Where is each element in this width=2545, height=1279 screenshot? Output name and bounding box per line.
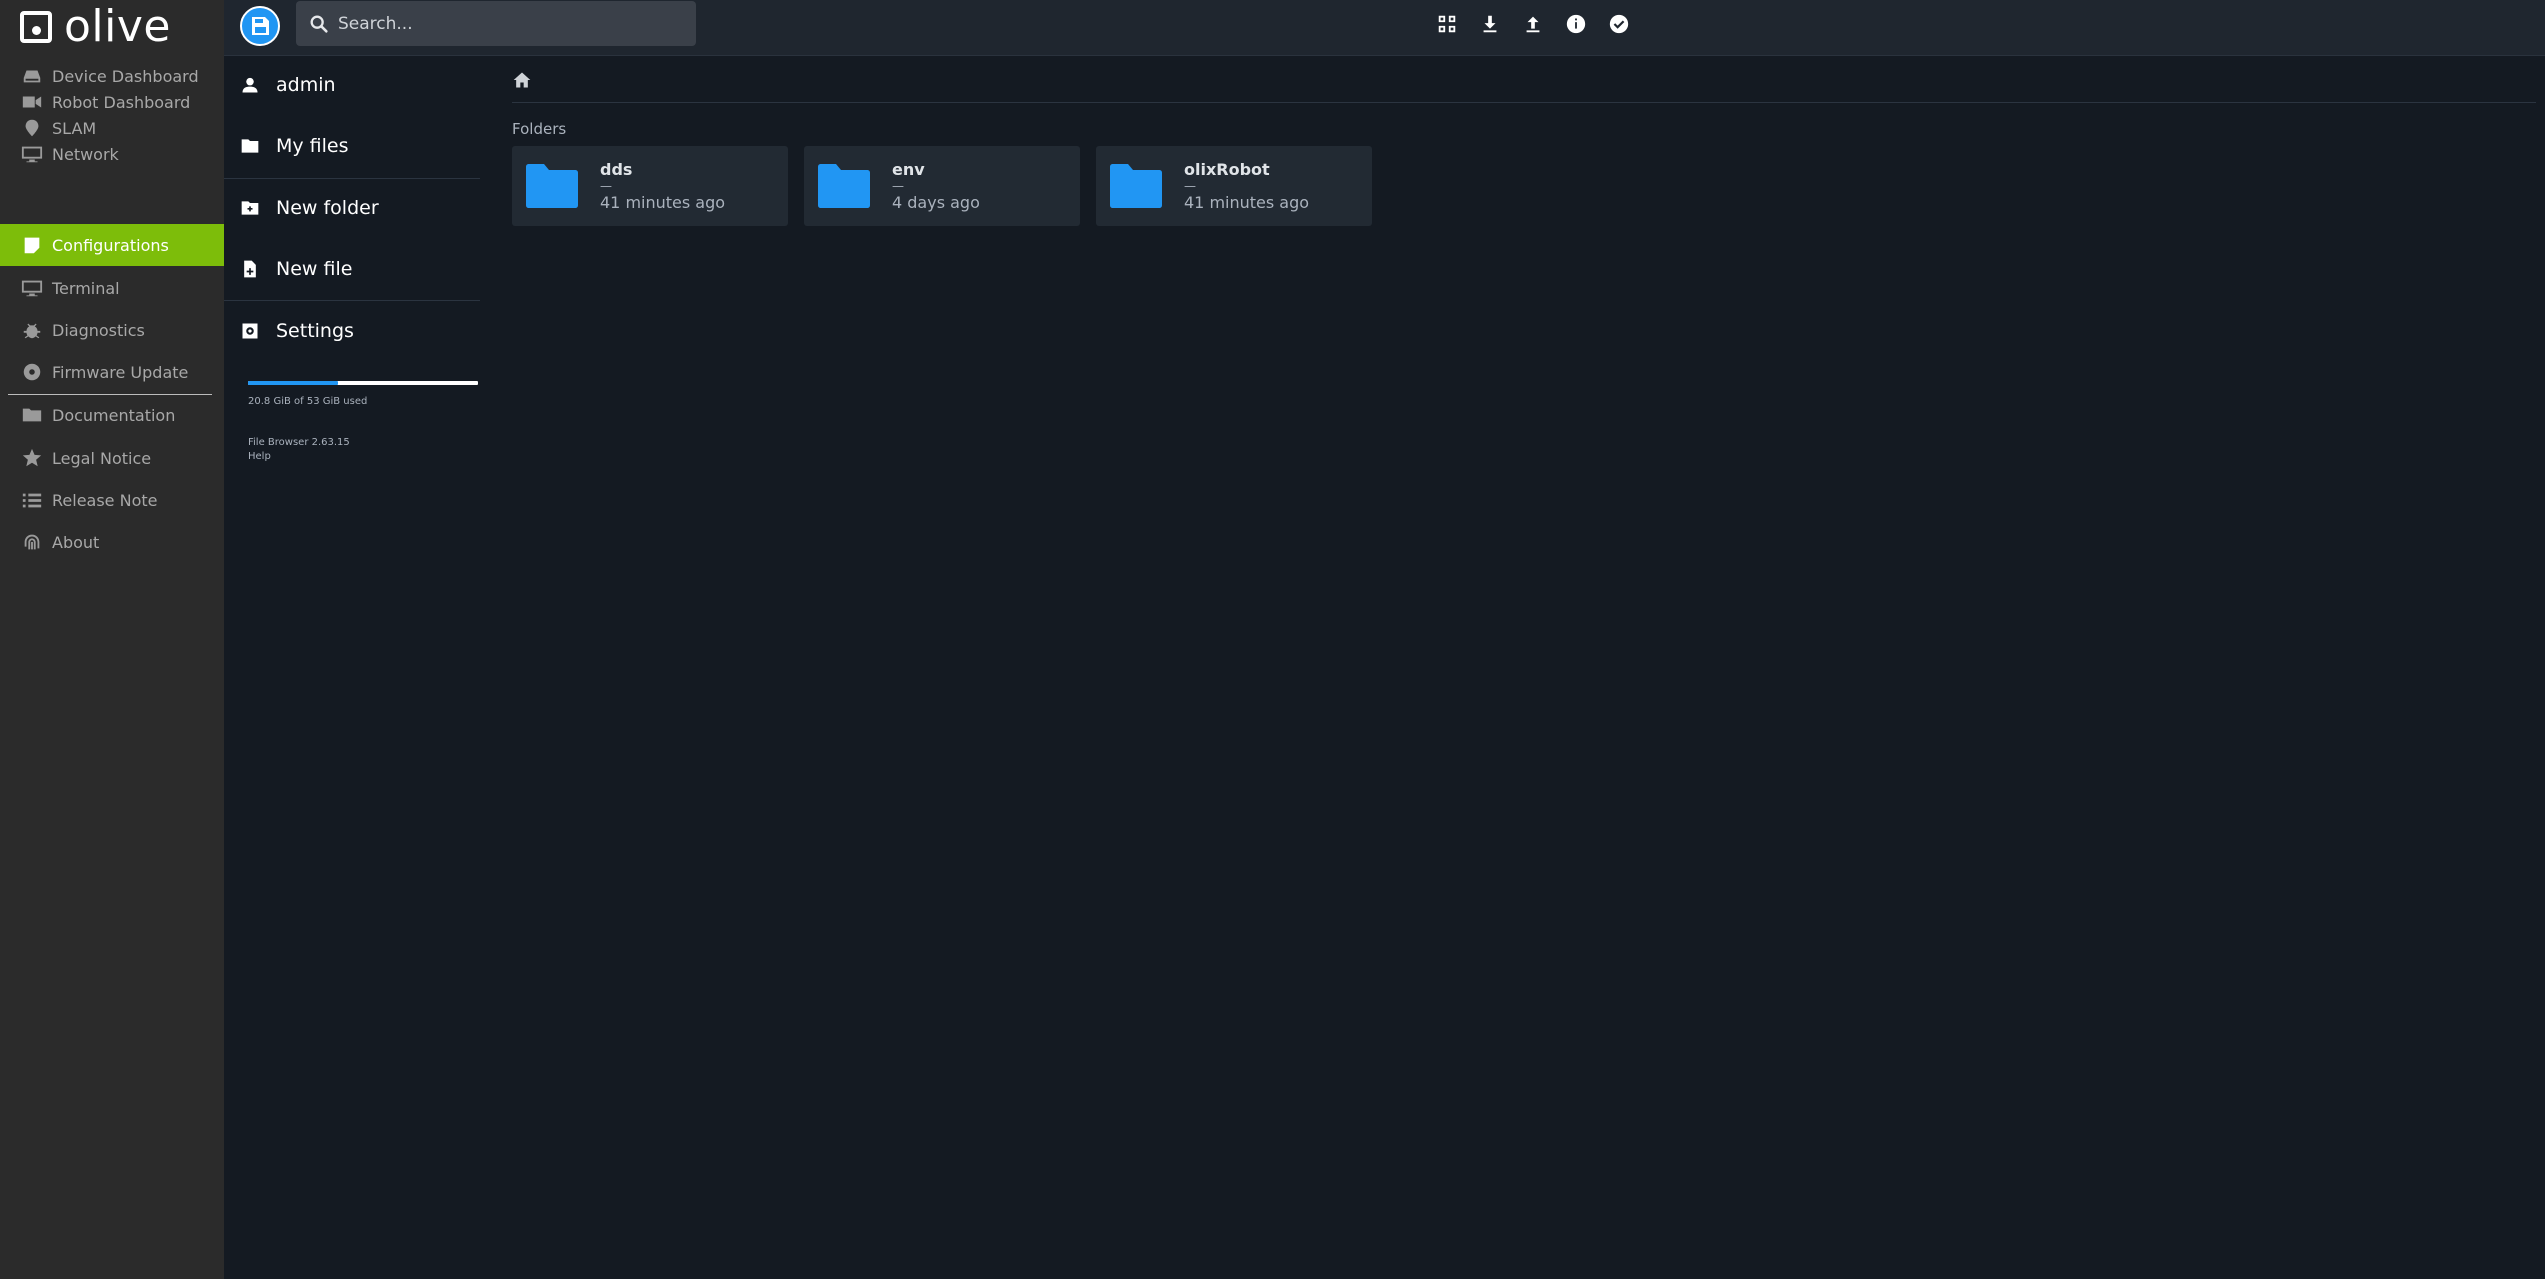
folder-name: olixRobot <box>1184 160 1270 179</box>
nav-item-label: Firmware Update <box>52 362 189 382</box>
new-file-label: New file <box>276 258 353 280</box>
folder-item-env[interactable]: env — 4 days ago <box>804 146 1080 226</box>
nav-item-release-note[interactable]: Release Note <box>0 479 224 521</box>
folder-size: — <box>892 179 904 193</box>
top-bar <box>224 0 2545 56</box>
grid-view-button[interactable] <box>1435 12 1459 36</box>
folder-info: env — 4 days ago <box>892 160 980 212</box>
upload-button[interactable] <box>1521 12 1545 36</box>
breadcrumb-divider <box>512 102 2536 103</box>
nav-item-label: Configurations <box>52 235 169 255</box>
select-all-icon <box>1609 14 1629 34</box>
breadcrumb <box>512 66 532 94</box>
bug-icon <box>20 320 44 340</box>
monitor-icon <box>20 144 44 164</box>
info-icon <box>1566 14 1586 34</box>
list-icon <box>20 490 44 510</box>
folder-name: env <box>892 160 925 179</box>
nav-item-firmware-update[interactable]: Firmware Update <box>0 351 224 393</box>
sticky-note-icon <box>20 235 44 255</box>
search-box[interactable] <box>296 1 696 46</box>
nav-item-label: About <box>52 532 100 552</box>
folder-modified: 41 minutes ago <box>600 193 726 212</box>
folder-item-dds[interactable]: dds — 41 minutes ago <box>512 146 788 226</box>
new-folder-button[interactable]: New folder <box>240 188 464 228</box>
search-icon <box>310 15 328 33</box>
settings-button[interactable]: Settings <box>240 311 464 351</box>
nav-item-label: Diagnostics <box>52 320 145 340</box>
disc-icon <box>20 362 44 382</box>
fingerprint-icon <box>20 532 44 552</box>
nav-item-configurations[interactable]: Configurations <box>0 224 224 266</box>
user-button[interactable]: admin <box>240 65 464 105</box>
version-text: File Browser 2.63.15 <box>248 437 350 448</box>
upload-icon <box>1526 16 1540 33</box>
credits: File Browser 2.63.15 Help <box>248 436 350 464</box>
nav-item-terminal[interactable]: Terminal <box>0 267 224 309</box>
folder-icon <box>20 405 44 425</box>
settings-label: Settings <box>276 320 354 342</box>
nav-item-about[interactable]: About <box>0 521 224 563</box>
sidebar-divider <box>224 178 480 179</box>
folder-modified: 4 days ago <box>892 193 980 212</box>
folder-icon <box>240 136 260 156</box>
nav-item-network[interactable]: Network <box>0 133 224 175</box>
search-input[interactable] <box>338 13 678 34</box>
folder-name: dds <box>600 160 633 179</box>
nav-item-label: Release Note <box>52 490 158 510</box>
star-icon <box>20 448 44 468</box>
folder-size: — <box>600 179 612 193</box>
note-add-icon <box>240 259 260 279</box>
file-browser-logo-icon[interactable] <box>240 6 280 46</box>
file-listing: Folders dds — 41 minutes ago env — 4 day… <box>496 56 2545 1279</box>
folder-size: — <box>1184 179 1196 193</box>
folders-section-label: Folders <box>512 120 567 138</box>
nav-item-diagnostics[interactable]: Diagnostics <box>0 309 224 351</box>
folder-icon <box>816 161 872 211</box>
settings-icon <box>240 321 260 341</box>
folder-icon <box>1108 161 1164 211</box>
help-link[interactable]: Help <box>248 450 350 464</box>
nav-item-label: Legal Notice <box>52 448 152 468</box>
nav-item-label: Terminal <box>52 278 120 298</box>
file-browser-sidebar: admin My files New folder New file Setti… <box>224 56 480 1279</box>
my-files-button[interactable]: My files <box>240 126 464 166</box>
my-files-label: My files <box>276 135 349 157</box>
folder-item-olixrobot[interactable]: olixRobot — 41 minutes ago <box>1096 146 1372 226</box>
olive-logo[interactable]: olive <box>20 2 171 52</box>
folder-info: dds — 41 minutes ago <box>600 160 725 212</box>
new-file-button[interactable]: New file <box>240 249 464 289</box>
sidebar-divider <box>224 300 480 301</box>
user-name: admin <box>276 74 336 96</box>
info-button[interactable] <box>1564 12 1588 36</box>
download-icon <box>1483 15 1497 33</box>
select-all-button[interactable] <box>1607 12 1631 36</box>
folder-modified: 41 minutes ago <box>1184 193 1310 212</box>
olive-logo-mark-icon <box>20 11 52 43</box>
brand-name: olive <box>64 1 171 52</box>
folder-info: olixRobot — 41 minutes ago <box>1184 160 1309 212</box>
nav-item-documentation[interactable]: Documentation <box>0 394 224 436</box>
nav-item-label: Network <box>52 144 119 164</box>
disk-usage-text: 20.8 GiB of 53 GiB used <box>248 396 368 407</box>
app-navigation: olive Device Dashboard Robot Dashboard S… <box>0 0 224 1279</box>
disk-usage-fill <box>248 381 338 385</box>
new-folder-label: New folder <box>276 197 379 219</box>
create-new-folder-icon <box>240 198 260 218</box>
disk-usage-bar <box>248 381 478 385</box>
nav-item-label: Documentation <box>52 405 176 425</box>
download-button[interactable] <box>1478 12 1502 36</box>
nav-item-legal-notice[interactable]: Legal Notice <box>0 437 224 479</box>
home-icon[interactable] <box>512 70 532 90</box>
folder-icon <box>524 161 580 211</box>
person-icon <box>240 75 260 95</box>
grid-view-icon <box>1438 15 1456 33</box>
monitor-icon <box>20 278 44 298</box>
